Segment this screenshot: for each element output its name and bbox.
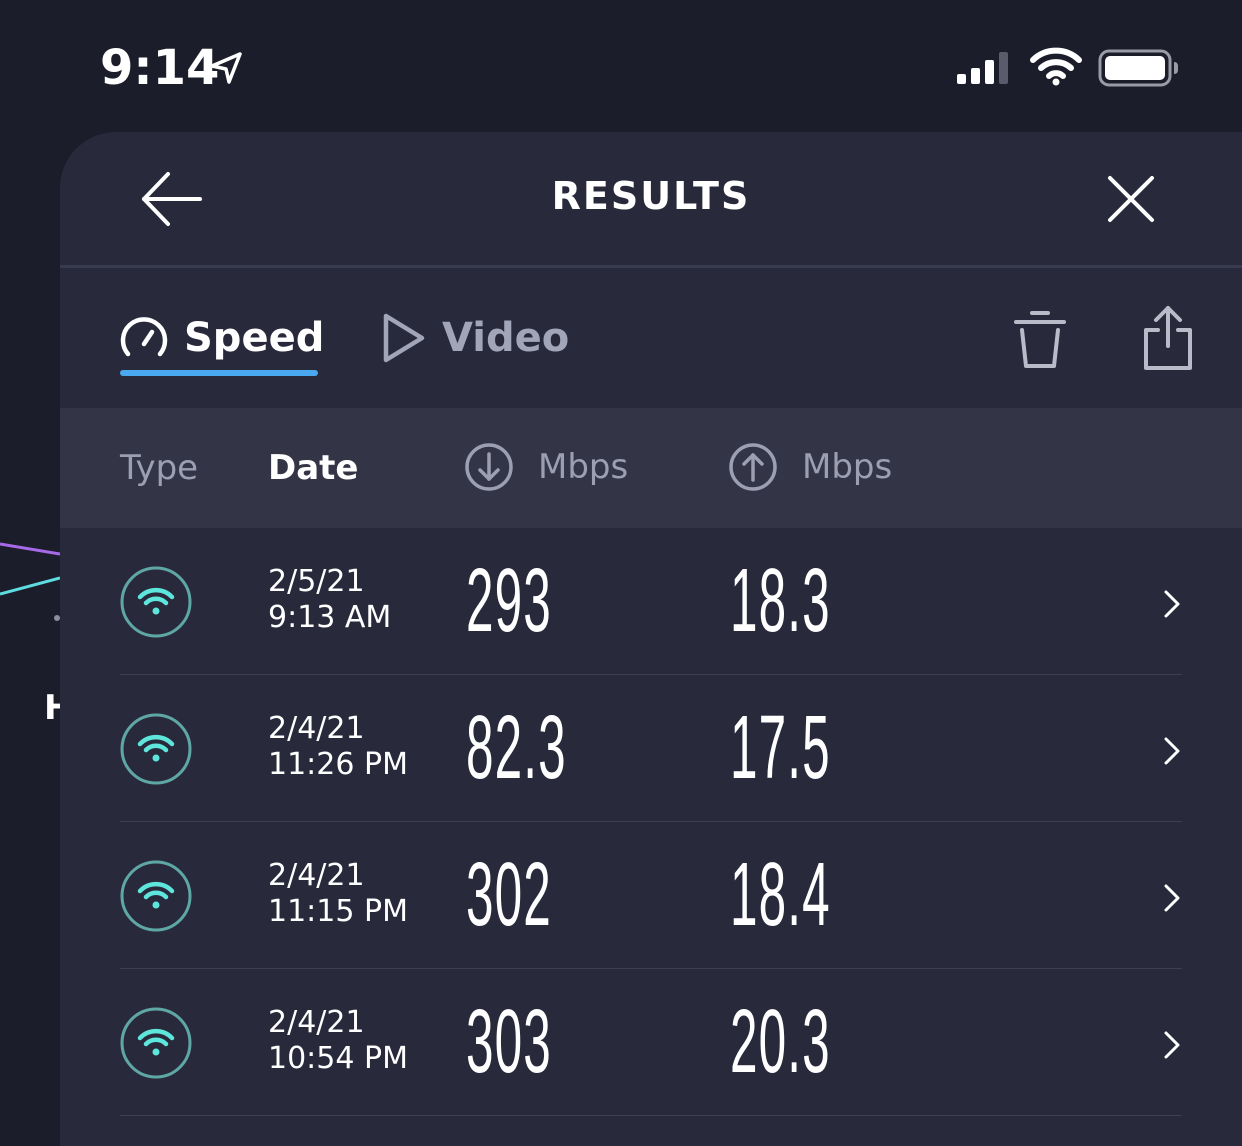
wifi-connection-icon <box>120 566 192 638</box>
result-row[interactable]: 2/4/21 11:26 PM 82.3 17.5 <box>120 675 1182 822</box>
chevron-right-icon <box>1164 590 1180 618</box>
chevron-right-icon <box>1164 737 1180 765</box>
result-date: 2/5/21 <box>268 564 365 599</box>
upload-speed: 17.5 <box>730 698 831 798</box>
status-bar: 9:14 <box>0 0 1242 132</box>
result-date: 2/4/21 <box>268 1005 365 1040</box>
result-datetime: 2/4/21 10:54 PM <box>268 1005 408 1077</box>
download-speed: 293 <box>466 551 552 651</box>
result-row[interactable]: 2/5/21 9:13 AM 293 18.3 <box>120 528 1182 675</box>
tab-speed[interactable]: Speed <box>118 308 324 368</box>
result-date: 2/4/21 <box>268 858 365 893</box>
result-datetime: 2/5/21 9:13 AM <box>268 564 391 636</box>
results-list: 2/5/21 9:13 AM 293 18.3 2/4/21 11:26 PM … <box>60 528 1242 1116</box>
column-date[interactable]: Date <box>268 448 358 488</box>
result-time: 11:26 PM <box>268 747 408 782</box>
result-datetime: 2/4/21 11:15 PM <box>268 858 408 930</box>
trash-icon[interactable] <box>1010 308 1070 372</box>
download-speed: 302 <box>466 845 552 945</box>
upload-speed: 18.4 <box>730 845 831 945</box>
sheet-header: RESULTS <box>60 132 1242 268</box>
download-arrow-icon <box>465 443 513 491</box>
result-time: 11:15 PM <box>268 894 408 929</box>
column-upload-label: Mbps <box>802 447 893 487</box>
play-icon <box>383 313 425 363</box>
results-column-header: Type Date Mbps Mbps <box>60 408 1242 528</box>
wifi-connection-icon <box>120 860 192 932</box>
tab-video-label: Video <box>442 315 570 361</box>
wifi-icon <box>1030 47 1082 86</box>
chevron-right-icon <box>1164 1031 1180 1059</box>
selected-tab-indicator <box>120 370 318 376</box>
wifi-connection-icon <box>120 713 192 785</box>
download-speed: 303 <box>466 992 552 1092</box>
download-speed: 82.3 <box>466 698 567 798</box>
page-title: RESULTS <box>551 174 751 218</box>
battery-icon <box>1098 49 1178 87</box>
close-icon[interactable] <box>1100 168 1162 230</box>
chevron-right-icon <box>1164 884 1180 912</box>
location-arrow-icon <box>210 52 242 84</box>
result-row[interactable]: 2/4/21 11:15 PM 302 18.4 <box>120 822 1182 969</box>
speedometer-icon <box>120 317 168 357</box>
result-time: 10:54 PM <box>268 1041 408 1076</box>
upload-arrow-icon <box>729 443 777 491</box>
column-type-label: Type <box>120 448 199 488</box>
result-time: 9:13 AM <box>268 600 392 635</box>
column-date-label: Date <box>268 448 359 488</box>
tab-video[interactable]: Video <box>380 308 569 368</box>
upload-speed: 18.3 <box>730 551 831 651</box>
result-date: 2/4/21 <box>268 711 365 746</box>
results-sheet: RESULTS Speed Video Type Date Mbps Mbps … <box>60 132 1242 1146</box>
share-icon[interactable] <box>1140 304 1196 372</box>
column-download-label: Mbps <box>538 447 629 487</box>
column-download[interactable]: Mbps <box>464 442 628 492</box>
background-chart-lines <box>0 542 60 621</box>
column-type[interactable]: Type <box>120 448 198 488</box>
result-datetime: 2/4/21 11:26 PM <box>268 711 408 783</box>
wifi-connection-icon <box>120 1007 192 1079</box>
tabs-bar: Speed Video <box>60 268 1242 408</box>
result-row[interactable]: 2/4/21 10:54 PM 303 20.3 <box>120 969 1182 1116</box>
upload-speed: 20.3 <box>730 992 831 1092</box>
tab-speed-label: Speed <box>184 315 325 361</box>
column-upload[interactable]: Mbps <box>728 442 892 492</box>
status-time: 9:14 <box>100 40 220 96</box>
cellular-signal-icon <box>957 52 1008 84</box>
